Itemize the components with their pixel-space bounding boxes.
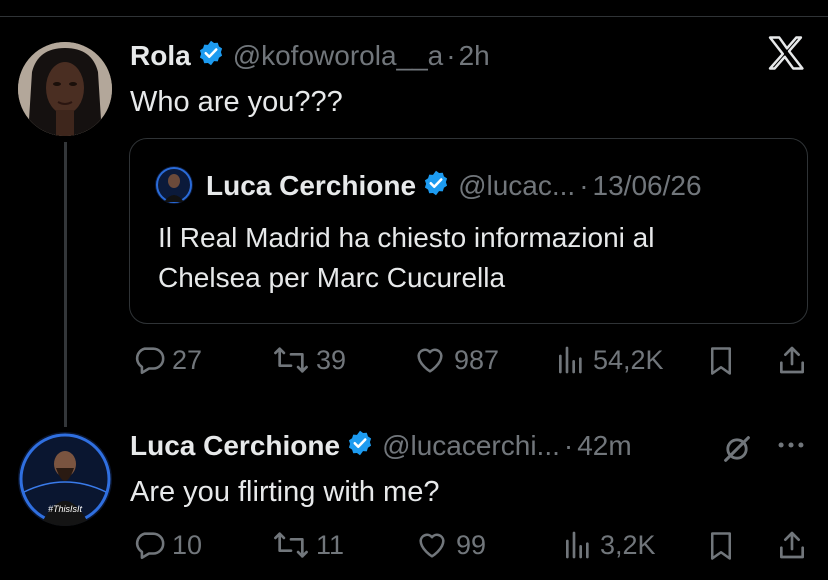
reply-count: 27: [172, 344, 203, 375]
x-logo-icon[interactable]: [768, 36, 806, 75]
quote-header: Luca Cerchione @lucac... · 13/06/26: [206, 168, 702, 204]
bookmark-button[interactable]: [706, 530, 736, 562]
quote-author-handle[interactable]: @lucac...: [458, 170, 575, 202]
reply-icon: [132, 528, 166, 562]
separator: ·: [446, 40, 456, 71]
svg-text:#ThisIsIt: #ThisIsIt: [48, 504, 83, 514]
views-button[interactable]: 54,2K: [555, 343, 664, 377]
views-count: 54,2K: [593, 344, 664, 375]
share-icon: [776, 528, 808, 562]
tweet-header: Rola @kofoworola__a · 2h: [130, 38, 490, 74]
tweet-text: Who are you???: [130, 86, 343, 118]
repost-icon: [272, 528, 310, 562]
like-icon: [412, 343, 448, 377]
repost-button[interactable]: 39: [272, 343, 346, 377]
reply-count: 10: [172, 529, 203, 560]
share-button[interactable]: [776, 528, 808, 562]
quote-text-line-2: Chelsea per Marc Cucurella: [158, 262, 506, 293]
views-count: 3,2K: [600, 529, 656, 560]
like-count: 987: [454, 344, 500, 375]
reply-icon: [132, 343, 166, 377]
reply-text: Are you flirting with me?: [130, 476, 440, 508]
repost-button[interactable]: 11: [272, 528, 344, 562]
share-button[interactable]: [776, 343, 808, 377]
quote-date[interactable]: 13/06/26: [593, 170, 702, 202]
separator: ·: [579, 170, 589, 201]
author-name[interactable]: Rola: [130, 40, 191, 72]
more-icon[interactable]: [774, 430, 808, 467]
reply-button[interactable]: 10: [132, 528, 202, 562]
quote-text-line-1: Il Real Madrid ha chiesto informazioni a…: [158, 222, 655, 253]
quote-author-name[interactable]: Luca Cerchione: [206, 170, 416, 202]
repost-count: 11: [316, 529, 345, 560]
verified-badge-icon: [346, 429, 374, 464]
repost-count: 39: [316, 344, 347, 375]
separator: ·: [563, 430, 574, 461]
views-icon: [555, 343, 587, 377]
top-divider: [0, 16, 828, 17]
bookmark-icon: [706, 345, 736, 377]
like-button[interactable]: 987: [412, 343, 499, 377]
share-icon: [776, 343, 808, 377]
reply-header: Luca Cerchione @lucacerchi... · 42m: [130, 428, 632, 464]
quote-avatar[interactable]: [155, 166, 193, 204]
bookmark-icon: [706, 530, 736, 562]
author-handle[interactable]: @kofoworola__a: [233, 40, 444, 72]
views-icon: [562, 528, 594, 562]
like-count: 99: [456, 529, 487, 560]
verified-badge-icon: [197, 39, 225, 74]
verified-badge-icon: [422, 169, 450, 204]
thread-line: [64, 142, 67, 427]
grok-icon: [720, 432, 754, 466]
like-button[interactable]: 99: [414, 528, 486, 562]
views-button[interactable]: 3,2K: [562, 528, 656, 562]
bookmark-button[interactable]: [706, 345, 736, 377]
reply-timestamp[interactable]: 42m: [577, 430, 631, 462]
avatar-luca[interactable]: #ThisIsIt: [18, 432, 112, 526]
reply-button[interactable]: 27: [132, 343, 202, 377]
avatar-rola[interactable]: [18, 42, 112, 136]
reply-author-handle[interactable]: @lucacerchi...: [382, 430, 560, 462]
like-icon: [414, 528, 450, 562]
grok-button[interactable]: [720, 432, 754, 466]
timestamp[interactable]: 2h: [459, 40, 490, 72]
reply-author-name[interactable]: Luca Cerchione: [130, 430, 340, 462]
repost-icon: [272, 343, 310, 377]
